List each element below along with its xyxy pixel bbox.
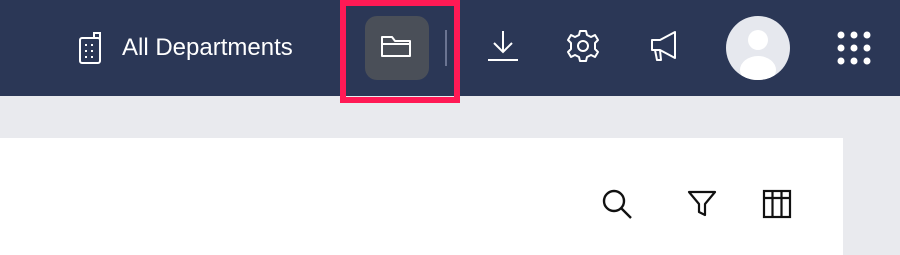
user-avatar[interactable] bbox=[726, 16, 790, 80]
announcements-button[interactable] bbox=[641, 26, 685, 70]
columns-icon bbox=[762, 189, 792, 224]
grid-apps-icon bbox=[836, 31, 872, 70]
megaphone-icon bbox=[644, 29, 682, 68]
header-divider bbox=[445, 30, 447, 66]
apps-grid-button[interactable] bbox=[836, 30, 872, 66]
columns-button[interactable] bbox=[761, 189, 793, 224]
filter-icon bbox=[687, 189, 717, 224]
building-icon bbox=[76, 28, 104, 68]
download-icon bbox=[485, 29, 521, 68]
top-navigation-bar: All Departments bbox=[0, 0, 900, 103]
search-button[interactable] bbox=[601, 188, 633, 225]
download-button[interactable] bbox=[481, 26, 525, 70]
filter-button[interactable] bbox=[686, 190, 718, 222]
search-icon bbox=[601, 188, 633, 225]
gear-icon bbox=[566, 29, 600, 68]
highlight-box bbox=[340, 0, 460, 103]
department-label: All Departments bbox=[122, 34, 293, 61]
settings-button[interactable] bbox=[561, 26, 605, 70]
department-switcher[interactable]: All Departments bbox=[76, 22, 293, 74]
